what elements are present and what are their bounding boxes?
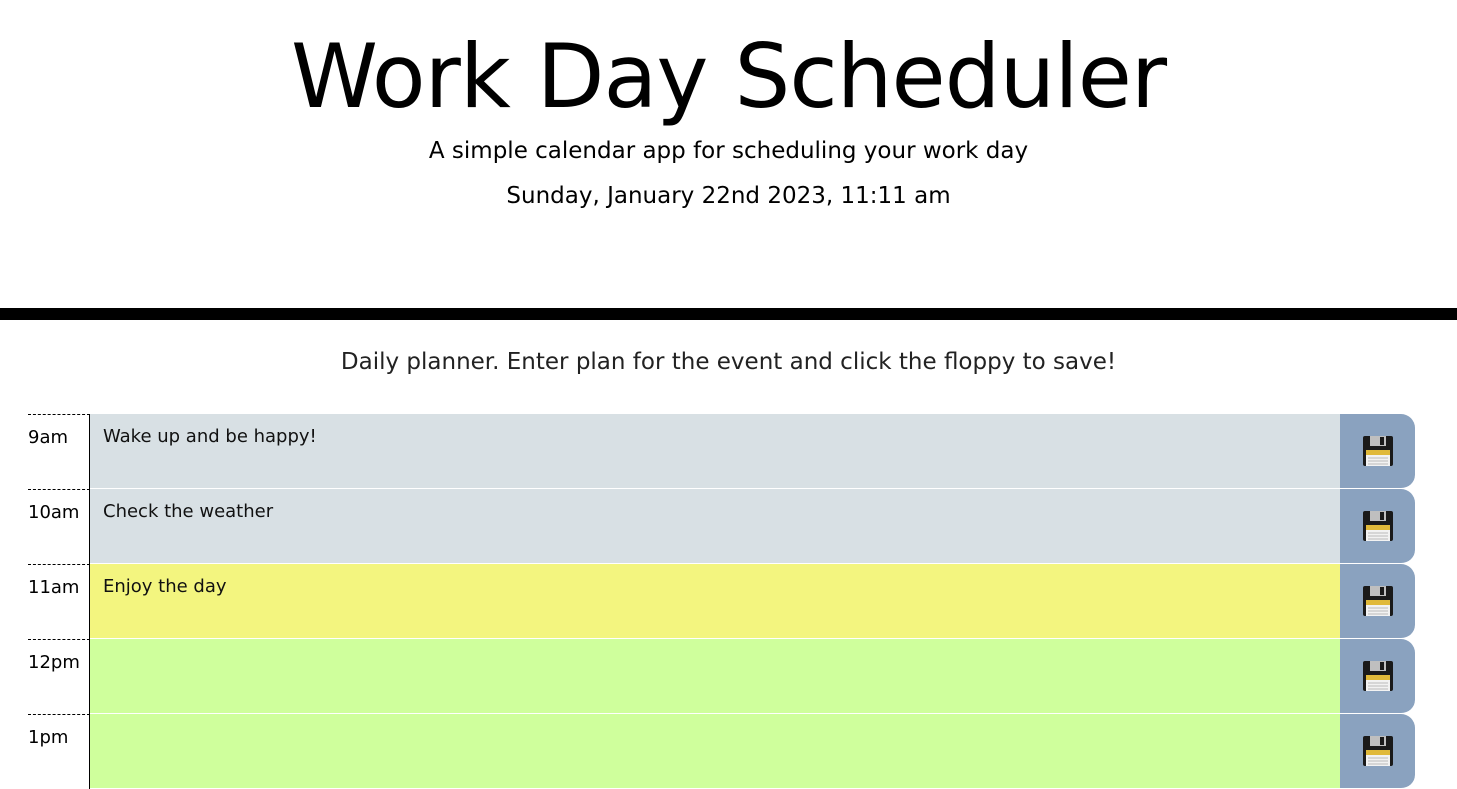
event-description-input[interactable]: Wake up and be happy!	[90, 414, 1340, 489]
event-description-input[interactable]	[90, 714, 1340, 789]
floppy-disk-icon	[1362, 586, 1393, 616]
time-block-9am: 9am Wake up and be happy!	[28, 414, 1415, 489]
save-button[interactable]	[1340, 564, 1415, 639]
floppy-disk-icon	[1362, 736, 1393, 766]
hour-label: 11am	[28, 564, 90, 639]
planner: 9am Wake up and be happy! 10am Check the…	[28, 414, 1415, 789]
hour-label: 9am	[28, 414, 90, 489]
page-title: Work Day Scheduler	[290, 25, 1167, 128]
save-button[interactable]	[1340, 489, 1415, 564]
floppy-disk-icon	[1362, 511, 1393, 541]
header: Work Day Scheduler A simple calendar app…	[0, 0, 1457, 308]
current-datetime: Sunday, January 22nd 2023, 11:11 am	[506, 183, 951, 209]
save-button[interactable]	[1340, 714, 1415, 789]
event-description-input[interactable]	[90, 639, 1340, 714]
floppy-disk-icon	[1362, 661, 1393, 691]
hour-label: 10am	[28, 489, 90, 564]
save-button[interactable]	[1340, 639, 1415, 714]
floppy-disk-icon	[1362, 436, 1393, 466]
header-divider	[0, 308, 1457, 320]
page-subtitle: A simple calendar app for scheduling you…	[428, 138, 1029, 164]
hour-label: 1pm	[28, 714, 90, 789]
time-block-12pm: 12pm	[28, 639, 1415, 714]
event-description-input[interactable]: Check the weather	[90, 489, 1340, 564]
time-block-1pm: 1pm	[28, 714, 1415, 789]
event-description-input[interactable]: Enjoy the day	[90, 564, 1340, 639]
planner-instructions: Daily planner. Enter plan for the event …	[340, 349, 1117, 375]
time-block-10am: 10am Check the weather	[28, 489, 1415, 564]
hour-label: 12pm	[28, 639, 90, 714]
time-block-11am: 11am Enjoy the day	[28, 564, 1415, 639]
save-button[interactable]	[1340, 414, 1415, 489]
